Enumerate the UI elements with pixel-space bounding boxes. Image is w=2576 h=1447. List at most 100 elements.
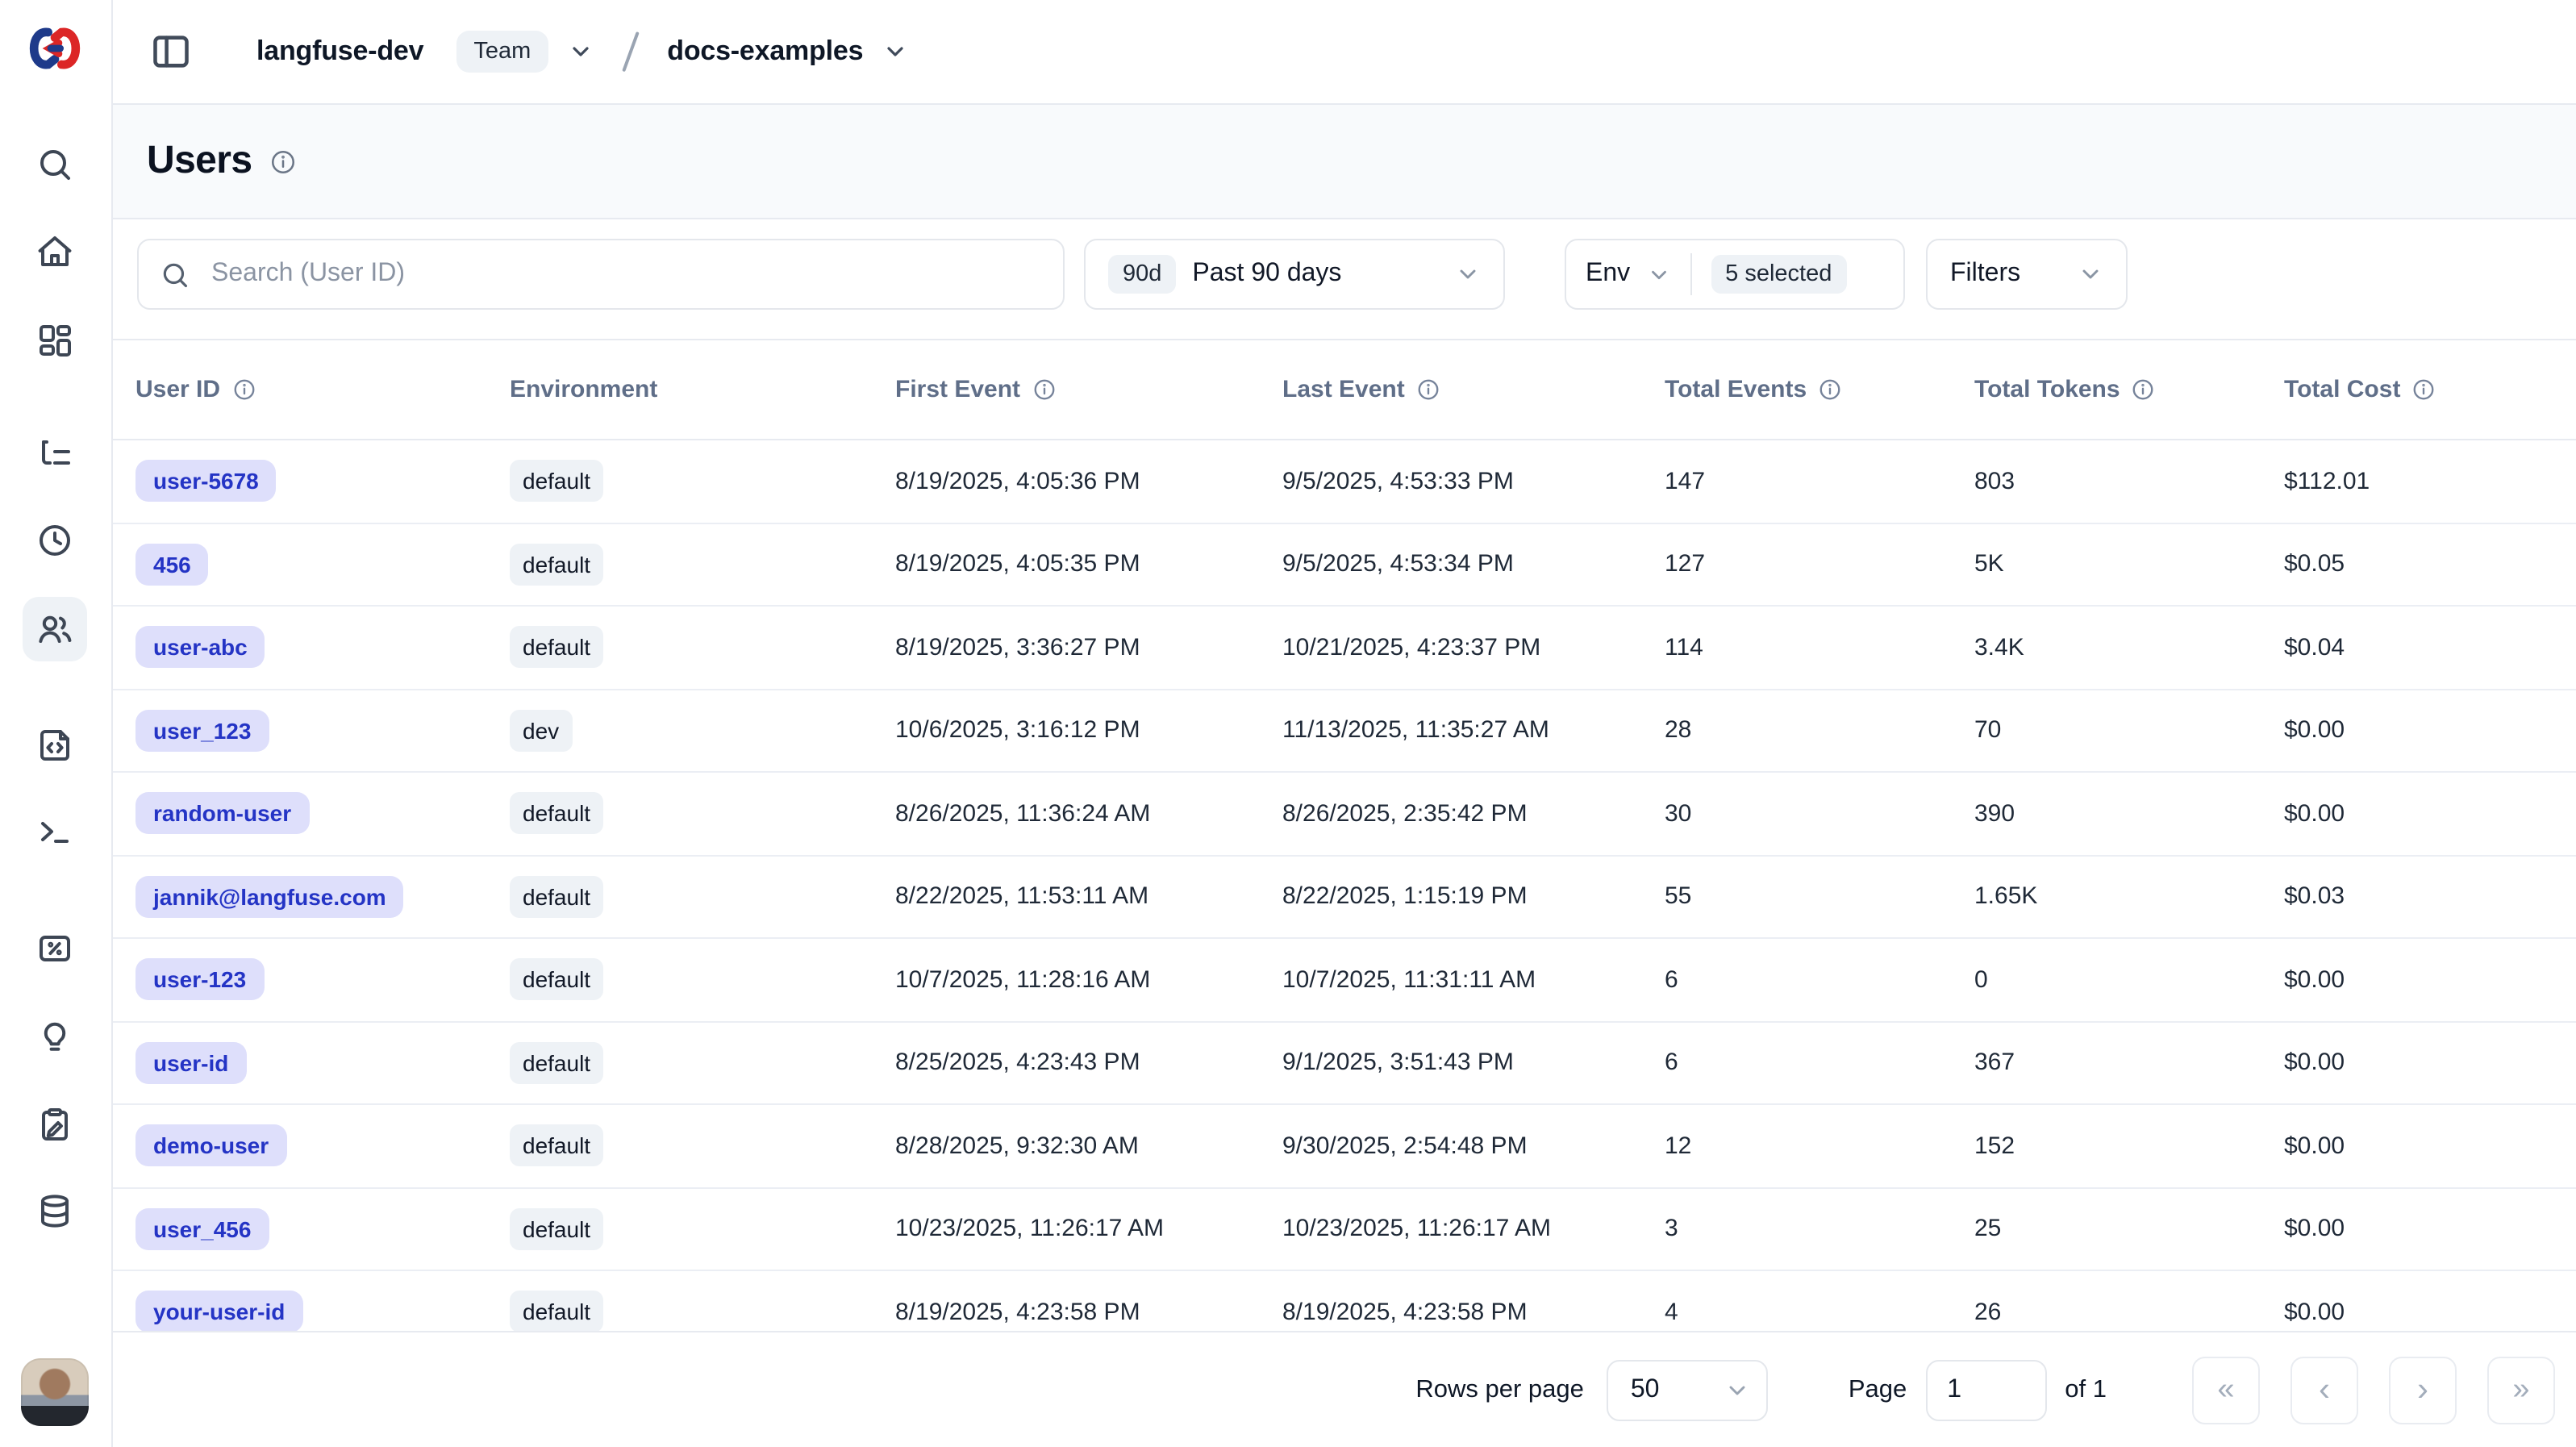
total-events-cell: 114 [1665,634,1974,661]
table-row[interactable]: user-abc default 8/19/2025, 3:36:27 PM 1… [111,607,2576,690]
user-id-badge[interactable]: 456 [135,544,209,586]
env-filter-button[interactable]: Env 5 selected [1565,239,1905,310]
info-icon[interactable] [231,377,256,402]
sidebar-item-datasets[interactable] [23,1179,87,1244]
last-event-cell: 8/22/2025, 1:15:19 PM [1282,883,1665,911]
sidebar-item-evaluators[interactable] [23,1005,87,1070]
sidebar-item-dashboards[interactable] [23,308,87,373]
first-event-cell: 10/7/2025, 11:28:16 AM [895,966,1282,994]
sidebar-toggle-icon[interactable] [150,31,192,73]
column-header-total-cost: Total Cost [2284,376,2576,403]
last-event-cell: 8/19/2025, 4:23:58 PM [1282,1299,1665,1326]
first-event-cell: 8/19/2025, 3:36:27 PM [895,634,1282,661]
table-header-row: User ID Environment First Event Last Eve… [111,339,2576,440]
filter-bar: 90d Past 90 days Env 5 selected Filters [137,239,2550,310]
total-cost-cell: $0.00 [2284,1216,2576,1243]
info-icon[interactable] [1818,377,1842,402]
chevron-right-icon: › [2417,1373,2428,1407]
info-icon[interactable] [1416,377,1440,402]
search-input[interactable] [208,258,1042,290]
user-id-badge[interactable]: your-user-id [135,1291,302,1333]
env-selected-badge: 5 selected [1711,255,1846,294]
sidebar-item-annotation[interactable] [23,1092,87,1157]
user-id-badge[interactable]: random-user [135,793,309,835]
first-event-cell: 8/22/2025, 11:53:11 AM [895,883,1282,911]
sidebar-item-sessions[interactable] [23,508,87,573]
info-icon[interactable] [269,148,297,175]
search-icon [35,145,74,184]
environment-badge: dev [510,710,572,752]
page-number-input[interactable] [1926,1359,2047,1420]
project-chevron-down-icon[interactable] [882,39,908,65]
total-events-cell: 127 [1665,551,1974,578]
table-row[interactable]: user_123 dev 10/6/2025, 3:16:12 PM 11/13… [111,690,2576,773]
env-label: Env [1586,260,1630,289]
first-event-cell: 8/19/2025, 4:23:58 PM [895,1299,1282,1326]
percent-card-icon [35,929,74,968]
sidebar-item-tracing[interactable] [23,423,87,487]
total-events-cell: 147 [1665,468,1974,495]
table-row[interactable]: user-123 default 10/7/2025, 11:28:16 AM … [111,939,2576,1022]
total-cost-cell: $0.03 [2284,883,2576,911]
chevron-down-icon [2078,261,2103,287]
lightbulb-icon [35,1018,74,1057]
table-row[interactable]: jannik@langfuse.com default 8/22/2025, 1… [111,856,2576,939]
sidebar-item-scores[interactable] [23,916,87,981]
chevron-down-icon [1455,261,1481,287]
table-row[interactable]: user-id default 8/25/2025, 4:23:43 PM 9/… [111,1022,2576,1105]
user-id-badge[interactable]: user-123 [135,959,264,1001]
column-label: First Event [895,376,1020,403]
user-id-badge[interactable]: demo-user [135,1125,286,1167]
previous-page-button[interactable]: ‹ [2290,1356,2358,1424]
info-icon[interactable] [2132,377,2156,402]
user-id-badge[interactable]: user-abc [135,627,265,669]
info-icon[interactable] [2411,377,2436,402]
total-tokens-cell: 26 [1974,1299,2284,1326]
table-row[interactable]: user_456 default 10/23/2025, 11:26:17 AM… [111,1188,2576,1271]
langfuse-logo-icon [23,16,87,81]
table-row[interactable]: 456 default 8/19/2025, 4:05:35 PM 9/5/20… [111,523,2576,607]
total-tokens-cell: 0 [1974,966,2284,994]
file-code-icon [35,726,74,765]
date-range-label: Past 90 days [1192,260,1341,289]
terminal-icon [35,813,74,852]
first-event-cell: 10/6/2025, 3:16:12 PM [895,717,1282,744]
environment-badge: default [510,461,603,502]
table-row[interactable]: demo-user default 8/28/2025, 9:32:30 AM … [111,1105,2576,1188]
total-events-cell: 6 [1665,1049,1974,1077]
first-event-cell: 10/23/2025, 11:26:17 AM [895,1216,1282,1243]
table-row[interactable]: random-user default 8/26/2025, 11:36:24 … [111,773,2576,856]
first-event-cell: 8/26/2025, 11:36:24 AM [895,800,1282,828]
total-cost-cell: $0.00 [2284,1049,2576,1077]
sidebar-item-search[interactable] [23,132,87,197]
filters-button[interactable]: Filters [1926,239,2128,310]
sidebar-item-home[interactable] [23,219,87,284]
user-id-badge[interactable]: user_456 [135,1208,269,1250]
environment-badge: default [510,876,603,918]
column-label: Total Tokens [1974,376,2120,403]
first-page-button[interactable]: « [2192,1356,2260,1424]
total-tokens-cell: 803 [1974,468,2284,495]
total-tokens-cell: 70 [1974,717,2284,744]
chevron-down-icon [1724,1377,1750,1403]
user-id-badge[interactable]: user-id [135,1042,246,1084]
sidebar-item-prompts[interactable] [23,713,87,778]
sidebar-item-playground[interactable] [23,800,87,865]
next-page-button[interactable]: › [2389,1356,2457,1424]
dashboard-icon [35,321,74,360]
project-name[interactable]: docs-examples [667,35,863,68]
org-name[interactable]: langfuse-dev [256,35,423,68]
user-id-badge[interactable]: jannik@langfuse.com [135,876,404,918]
info-icon[interactable] [1032,377,1056,402]
sidebar-item-users[interactable] [23,597,87,661]
user-id-badge[interactable]: user_123 [135,710,269,752]
org-chevron-down-icon[interactable] [568,39,594,65]
date-range-button[interactable]: 90d Past 90 days [1084,239,1505,310]
rows-per-page-select[interactable]: 50 [1607,1359,1768,1420]
user-id-badge[interactable]: user-5678 [135,461,277,502]
table-row[interactable]: user-5678 default 8/19/2025, 4:05:36 PM … [111,440,2576,523]
user-avatar[interactable] [21,1358,89,1426]
column-header-total-tokens: Total Tokens [1974,376,2284,403]
search-box[interactable] [137,239,1065,310]
last-page-button[interactable]: » [2487,1356,2555,1424]
